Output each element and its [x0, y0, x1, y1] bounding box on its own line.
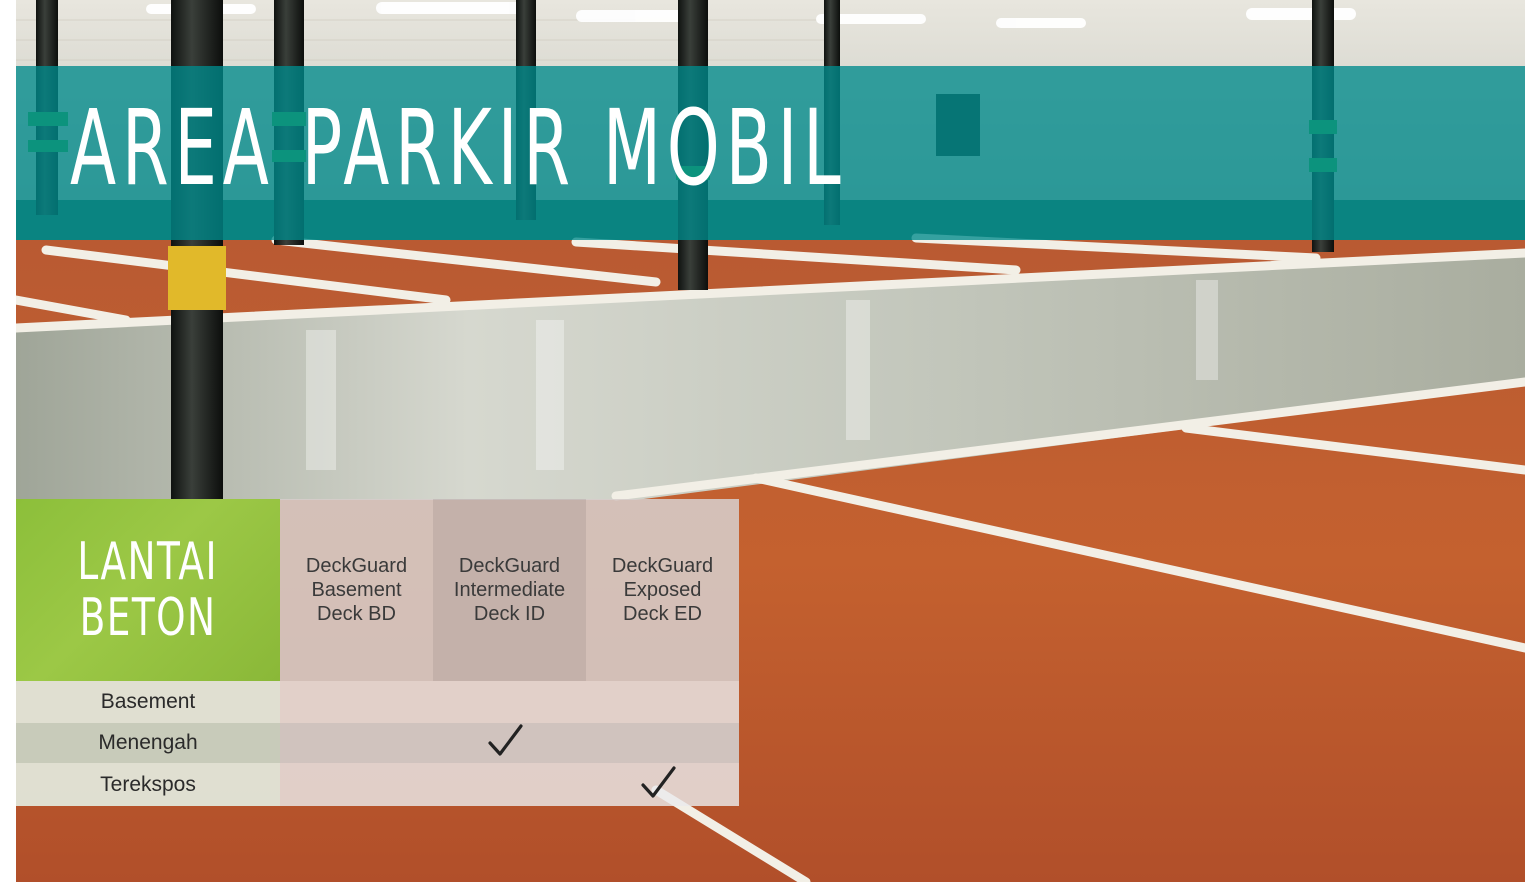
row-label: Terekspos: [16, 763, 280, 806]
column-header-deckguard-id: DeckGuard Intermediate Deck ID: [433, 499, 586, 681]
check-icon: [488, 724, 523, 756]
page-title: AREA PARKIR MOBIL: [70, 87, 847, 209]
check-icon: [641, 766, 676, 798]
column-header-line: Deck ID: [473, 603, 546, 625]
column-header-line: Deck BD: [317, 603, 396, 625]
column-header-line: DeckGuard: [458, 555, 561, 577]
page: AREA PARKIR MOBIL LANTAI BETON DeckGuard…: [16, 0, 1525, 882]
corner-label-line-1: LANTAI: [77, 532, 219, 592]
column-header-line: Basement: [311, 579, 402, 601]
column-header-line: DeckGuard: [305, 555, 408, 577]
table-row-menengah: Menengah: [16, 723, 739, 763]
column-header-line: Deck ED: [623, 603, 702, 625]
column-header-line: Intermediate: [453, 579, 566, 601]
table-row-basement: Basement: [16, 681, 739, 723]
column-header-deckguard-ed: DeckGuard Exposed Deck ED: [586, 499, 739, 681]
table-corner-label: LANTAI BETON: [16, 499, 280, 681]
row-cells: [280, 681, 739, 723]
corner-label-line-2: BETON: [79, 588, 217, 648]
row-cells: [280, 723, 739, 763]
column-header-deckguard-bd: DeckGuard Basement Deck BD: [280, 499, 433, 681]
product-table: LANTAI BETON DeckGuard Basement Deck BD …: [16, 499, 739, 806]
table-row-terekspos: Terekspos: [16, 763, 739, 806]
column-header-line: Exposed: [623, 579, 702, 601]
row-label: Menengah: [16, 723, 280, 763]
row-cells: [280, 763, 739, 806]
column-header-line: DeckGuard: [611, 555, 714, 577]
row-label: Basement: [16, 681, 280, 723]
